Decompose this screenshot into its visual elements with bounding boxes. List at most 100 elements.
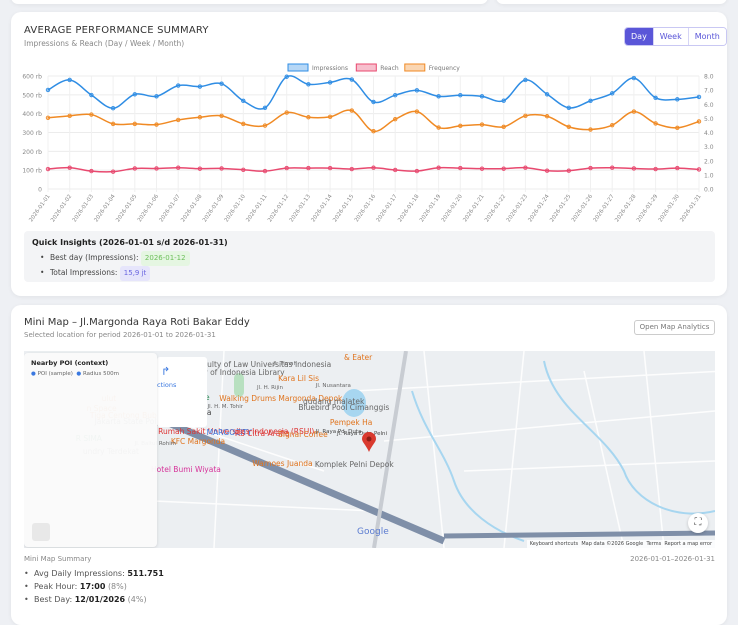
fullscreen-button[interactable]: ⛶ <box>688 513 708 533</box>
x-tick: 2026-01-29 <box>636 193 660 223</box>
data-point-impressions <box>479 94 485 99</box>
insights-title: Quick Insights (2026-01-01 s/d 2026-01-3… <box>32 238 228 247</box>
data-point-impressions <box>45 87 51 93</box>
data-point-reach <box>631 166 637 171</box>
data-point-frequency <box>284 110 289 115</box>
map-label[interactable]: Jl. H. Rijin <box>257 385 283 391</box>
data-point-frequency <box>631 109 637 114</box>
x-tick: 2026-01-28 <box>614 193 638 223</box>
data-point-frequency <box>653 121 658 126</box>
data-point-frequency <box>610 122 615 128</box>
legend-label-reach: Reach <box>380 65 399 72</box>
x-tick: 2026-01-03 <box>72 193 96 223</box>
minimap-subtitle: Selected location for period 2026-01-01 … <box>24 331 216 339</box>
data-point-frequency <box>132 121 137 127</box>
data-point-reach <box>436 165 441 170</box>
data-point-frequency <box>414 109 420 114</box>
x-tick: 2026-01-15 <box>332 193 356 223</box>
data-point-reach <box>67 165 72 170</box>
data-point-impressions <box>110 106 116 111</box>
data-point-reach <box>219 166 224 171</box>
map-label[interactable]: Warnoes Juanda <box>252 459 312 468</box>
x-tick: 2026-01-14 <box>310 193 334 223</box>
x-tick: 2026-01-16 <box>354 193 378 223</box>
map-label[interactable]: Jl. Timah <box>273 361 297 367</box>
y-right-tick: 5.0 <box>704 116 714 123</box>
directions-icon: ↱ <box>161 365 171 378</box>
data-point-reach <box>306 165 311 171</box>
x-tick: 2026-01-31 <box>679 194 702 224</box>
data-point-reach <box>501 166 506 171</box>
data-point-frequency <box>696 119 702 124</box>
map-label[interactable]: & Eater <box>344 353 372 362</box>
peak-hour-value: 17:00 <box>79 582 106 591</box>
data-point-frequency <box>349 108 354 113</box>
y-left-tick: 200 rb <box>22 149 42 156</box>
total-impressions-label: Total Impressions: <box>50 268 118 277</box>
x-tick: 2026-01-17 <box>376 193 400 223</box>
data-point-reach <box>588 165 593 171</box>
open-map-analytics-button[interactable]: Open Map Analytics <box>634 320 715 335</box>
avg-daily-item: Avg Daily Impressions: 511.751 <box>24 567 164 580</box>
x-tick: 2026-01-05 <box>115 193 139 223</box>
x-tick: 2026-01-04 <box>93 193 117 223</box>
best-day-badge: 2026-01-12 <box>140 251 190 266</box>
data-point-reach <box>479 166 485 171</box>
data-point-frequency <box>479 122 485 127</box>
blurred-thumbnail <box>32 523 50 541</box>
map[interactable]: Faculty of Law Universitas Indonesia Univ… <box>24 351 715 548</box>
x-tick: 2026-01-20 <box>441 193 465 223</box>
data-point-frequency <box>306 115 311 120</box>
minimap-summary-label: Mini Map Summary <box>24 555 92 563</box>
poi-legend: ● POI (sample) ● Radius 500m <box>31 371 119 377</box>
best-day-summary-value: 12/01/2026 <box>74 595 126 604</box>
legend-label-impressions: Impressions <box>312 65 348 72</box>
map-label[interactable]: KFC Margonda <box>171 437 225 446</box>
map-label[interactable]: Jl. H. M. Tohir <box>208 404 244 410</box>
data-point-frequency <box>458 123 463 129</box>
map-label[interactable]: Bluebird Pool Cimanggis <box>298 403 389 412</box>
peak-hour-pct: (8%) <box>107 582 127 591</box>
y-left-tick: 400 rb <box>22 111 42 118</box>
legend-label-frequency: Frequency <box>429 65 460 72</box>
map-label[interactable]: Komplek Pelni Depok <box>315 460 394 469</box>
keyboard-shortcuts-link[interactable]: Keyboard shortcuts <box>530 541 578 547</box>
data-point-frequency <box>371 129 376 134</box>
y-left-tick: 100 rb <box>22 168 42 175</box>
map-label[interactable]: Kara Lil Sis <box>278 374 319 383</box>
y-right-tick: 2.0 <box>704 158 714 165</box>
terms-link[interactable]: Terms <box>646 541 661 547</box>
data-point-reach <box>675 165 680 171</box>
poi-panel-title: Nearby POI (context) <box>31 359 109 367</box>
x-tick: 2026-01-27 <box>593 193 617 223</box>
data-point-impressions <box>219 81 224 86</box>
map-label[interactable]: Pempek Ha <box>330 418 373 427</box>
data-point-frequency <box>523 113 528 119</box>
data-point-frequency <box>175 117 181 123</box>
map-label[interactable]: Hotel Bumi Wiyata <box>151 465 221 474</box>
data-point-reach <box>458 165 463 171</box>
data-point-impressions <box>653 95 658 101</box>
report-map-error-link[interactable]: Report a map error <box>664 541 712 547</box>
map-label[interactable]: Jl. Nusantara <box>316 383 351 389</box>
data-point-impressions <box>197 84 203 89</box>
x-tick: 2026-01-23 <box>506 193 530 223</box>
directions-box[interactable]: ↱ ctions <box>157 357 207 427</box>
data-point-reach <box>45 166 51 172</box>
data-point-impressions <box>501 98 506 103</box>
data-point-impressions <box>523 77 528 83</box>
data-point-frequency <box>45 115 51 121</box>
data-point-reach <box>610 165 615 170</box>
data-point-reach <box>154 166 159 171</box>
data-point-impressions <box>393 93 398 98</box>
x-tick: 2026-01-25 <box>549 193 573 223</box>
data-point-impressions <box>262 105 268 111</box>
data-point-frequency <box>154 122 159 127</box>
data-point-frequency <box>675 125 680 131</box>
data-point-impressions <box>696 94 702 100</box>
data-point-impressions <box>458 93 463 98</box>
data-point-impressions <box>67 77 72 83</box>
data-point-impressions <box>349 77 354 82</box>
x-tick: 2026-01-02 <box>50 194 73 224</box>
data-point-reach <box>262 168 268 174</box>
